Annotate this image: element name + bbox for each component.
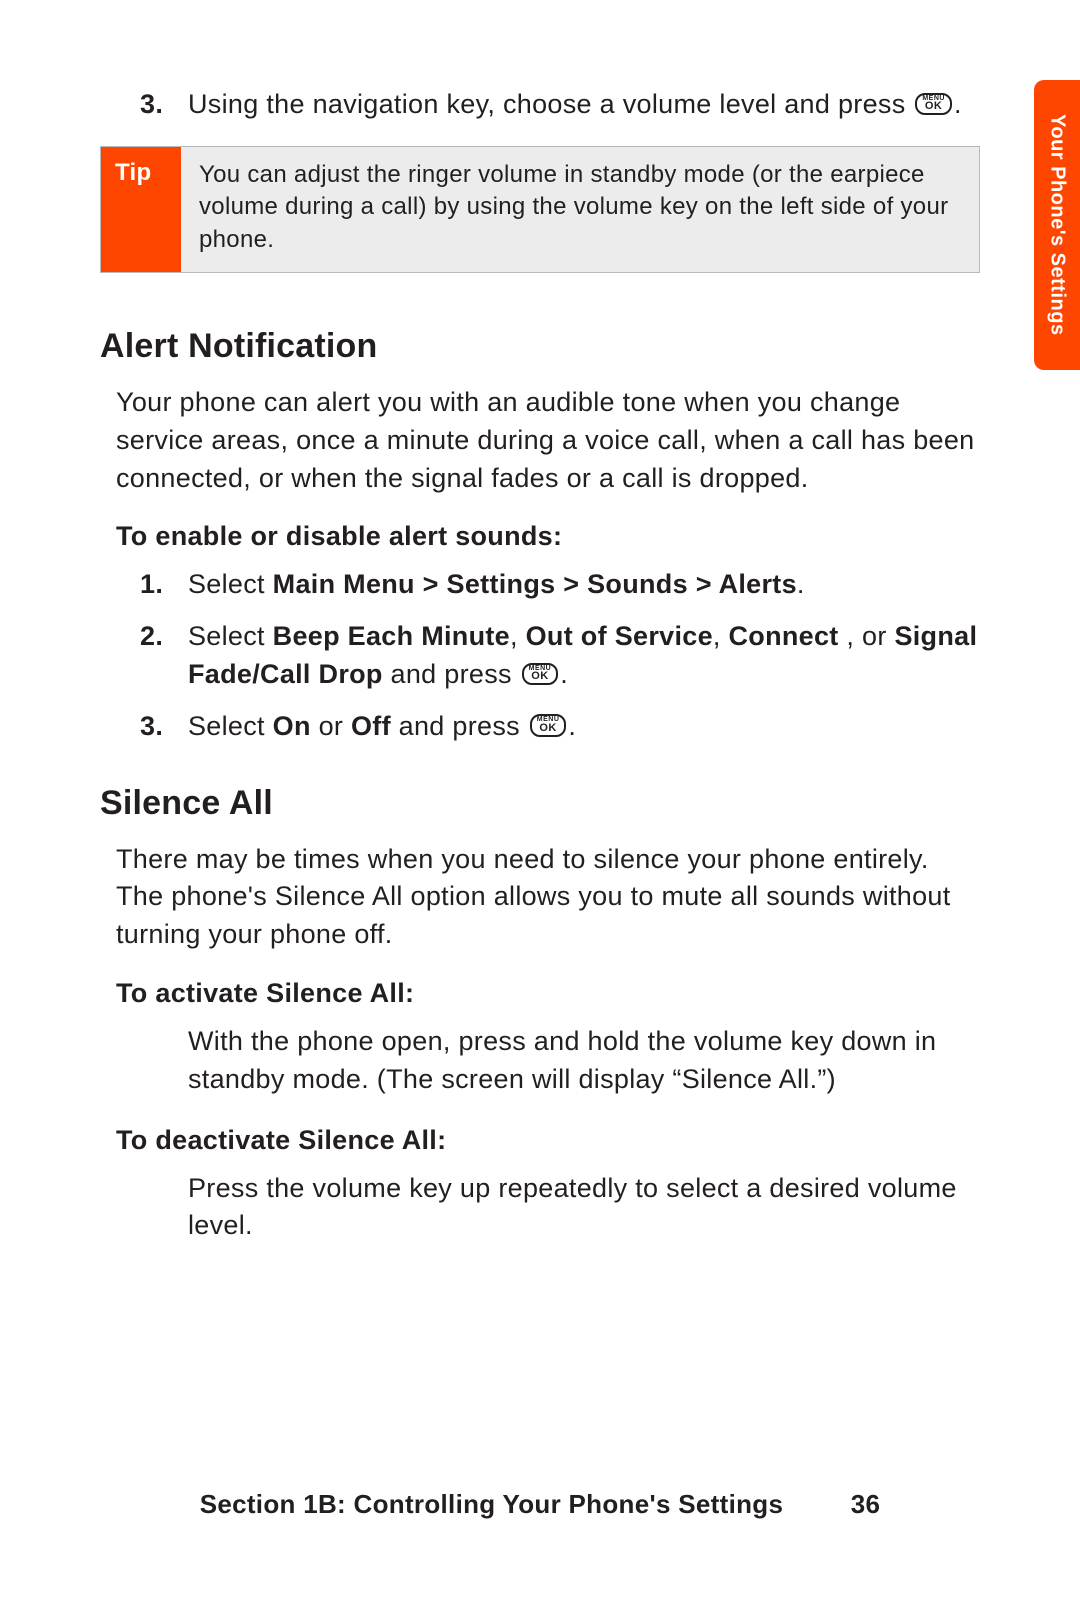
text: or bbox=[311, 711, 351, 741]
step-item: 3. Using the navigation key, choose a vo… bbox=[100, 86, 980, 124]
page-number: 36 bbox=[851, 1489, 881, 1520]
step-number: 2. bbox=[140, 618, 188, 656]
text: , bbox=[713, 621, 729, 651]
step-text: Using the navigation key, choose a volum… bbox=[188, 86, 980, 124]
key-line2: OK bbox=[539, 724, 557, 733]
text: . bbox=[797, 569, 805, 599]
bold-text: On bbox=[273, 711, 311, 741]
alert-subhead: To enable or disable alert sounds: bbox=[100, 521, 980, 552]
silence-deactivate-body: Press the volume key up repeatedly to se… bbox=[100, 1170, 980, 1246]
menu-ok-key-icon: MENUOK bbox=[522, 663, 559, 685]
step-item: 2. Select Beep Each Minute, Out of Servi… bbox=[100, 618, 980, 694]
text: Select bbox=[188, 621, 273, 651]
text: Using the navigation key, choose a volum… bbox=[188, 89, 913, 119]
heading-alert-notification: Alert Notification bbox=[100, 327, 980, 366]
side-tab-label: Your Phone's Settings bbox=[1046, 114, 1069, 336]
text: . bbox=[560, 659, 568, 689]
side-tab: Your Phone's Settings bbox=[1034, 80, 1080, 370]
key-line2: OK bbox=[531, 672, 549, 681]
step-number: 3. bbox=[140, 708, 188, 746]
page-footer: Section 1B: Controlling Your Phone's Set… bbox=[0, 1489, 1080, 1520]
bold-text: Off bbox=[351, 711, 391, 741]
tip-box: Tip You can adjust the ringer volume in … bbox=[100, 146, 980, 273]
step-number: 3. bbox=[140, 86, 188, 124]
text: . bbox=[568, 711, 576, 741]
text: Select bbox=[188, 569, 273, 599]
menu-ok-key-icon: MENUOK bbox=[915, 93, 952, 115]
alert-intro: Your phone can alert you with an audible… bbox=[100, 384, 980, 497]
silence-subhead-deactivate: To deactivate Silence All: bbox=[100, 1125, 980, 1156]
text: . bbox=[954, 89, 962, 119]
text: Select bbox=[188, 711, 273, 741]
text: , bbox=[510, 621, 526, 651]
step-number: 1. bbox=[140, 566, 188, 604]
bold-text: Beep Each Minute bbox=[273, 621, 510, 651]
bold-text: Connect bbox=[729, 621, 839, 651]
bold-text: Out of Service bbox=[526, 621, 713, 651]
menu-ok-key-icon: MENUOK bbox=[530, 714, 567, 736]
footer-section: Section 1B: Controlling Your Phone's Set… bbox=[200, 1489, 784, 1520]
step-text: Select Main Menu > Settings > Sounds > A… bbox=[188, 566, 980, 604]
manual-page: Your Phone's Settings 3. Using the navig… bbox=[0, 0, 1080, 1620]
step-item: 1. Select Main Menu > Settings > Sounds … bbox=[100, 566, 980, 604]
text: , or bbox=[839, 621, 895, 651]
tip-label: Tip bbox=[101, 147, 181, 272]
silence-activate-body: With the phone open, press and hold the … bbox=[100, 1023, 980, 1099]
heading-silence-all: Silence All bbox=[100, 784, 980, 823]
step-text: Select On or Off and press MENUOK. bbox=[188, 708, 980, 746]
bold-text: Main Menu > Settings > Sounds > Alerts bbox=[273, 569, 797, 599]
silence-subhead-activate: To activate Silence All: bbox=[100, 978, 980, 1009]
text: and press bbox=[391, 711, 528, 741]
step-text: Select Beep Each Minute, Out of Service,… bbox=[188, 618, 980, 694]
tip-text: You can adjust the ringer volume in stan… bbox=[181, 147, 979, 272]
step-item: 3. Select On or Off and press MENUOK. bbox=[100, 708, 980, 746]
key-line2: OK bbox=[925, 102, 943, 111]
text: and press bbox=[383, 659, 520, 689]
silence-intro: There may be times when you need to sile… bbox=[100, 841, 980, 954]
